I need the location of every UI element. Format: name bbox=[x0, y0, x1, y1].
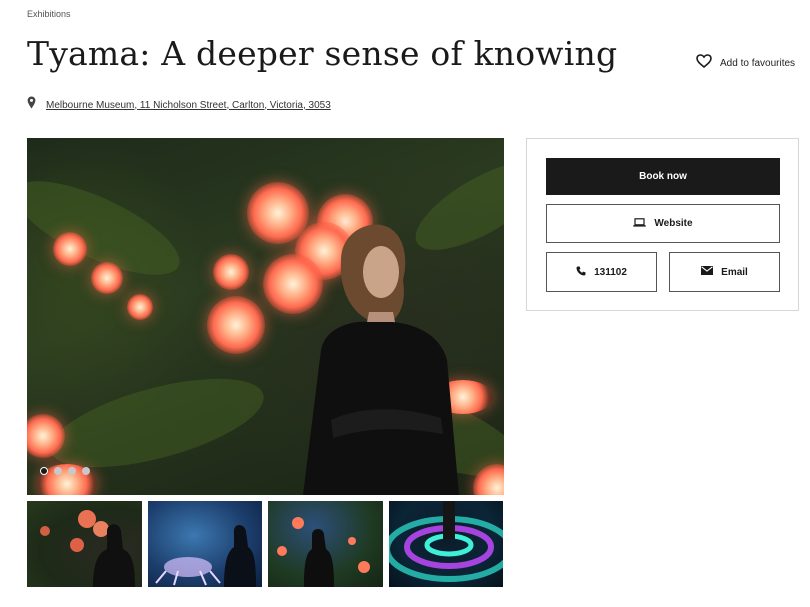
heart-icon bbox=[696, 54, 712, 73]
carousel-dot-4[interactable] bbox=[82, 467, 90, 475]
thumbnail-art bbox=[389, 501, 503, 582]
gallery-thumbnail-1[interactable] bbox=[27, 501, 142, 587]
envelope-icon bbox=[701, 266, 714, 278]
hero-image[interactable] bbox=[27, 138, 504, 495]
add-to-favourites-label: Add to favourites bbox=[720, 58, 796, 69]
glowing-flower bbox=[207, 296, 265, 354]
carousel-dot-2[interactable] bbox=[54, 467, 62, 475]
book-now-button[interactable]: Book now bbox=[546, 158, 780, 195]
glowing-flower bbox=[53, 232, 87, 266]
book-now-label: Book now bbox=[639, 171, 687, 182]
booking-panel: Book now Website 131102 Email bbox=[526, 138, 799, 311]
phone-label: 131102 bbox=[594, 266, 627, 278]
laptop-icon bbox=[633, 217, 647, 230]
carousel-dot-3[interactable] bbox=[68, 467, 76, 475]
person-figure bbox=[303, 224, 459, 495]
glowing-flower bbox=[127, 294, 153, 320]
website-button[interactable]: Website bbox=[546, 204, 780, 243]
breadcrumb[interactable]: Exhibitions bbox=[27, 9, 71, 19]
carousel-dot-1[interactable] bbox=[40, 467, 48, 475]
phone-button[interactable]: 131102 bbox=[546, 252, 657, 292]
website-label: Website bbox=[654, 218, 693, 229]
gallery-thumbnail-4[interactable] bbox=[389, 501, 503, 587]
thumbnail-art bbox=[277, 517, 370, 587]
thumbnail-art bbox=[40, 510, 135, 587]
gallery-thumbnail-3[interactable] bbox=[268, 501, 383, 587]
map-pin-icon bbox=[27, 96, 36, 114]
glowing-flower bbox=[91, 262, 123, 294]
email-button[interactable]: Email bbox=[669, 252, 780, 292]
address: Melbourne Museum, 11 Nicholson Street, C… bbox=[27, 96, 331, 114]
address-link[interactable]: Melbourne Museum, 11 Nicholson Street, C… bbox=[46, 100, 331, 111]
phone-icon bbox=[576, 266, 586, 279]
thumbnail-art bbox=[155, 525, 256, 587]
glowing-flower bbox=[213, 254, 249, 290]
page-title: Tyama: A deeper sense of knowing bbox=[27, 34, 618, 73]
add-to-favourites-button[interactable]: Add to favourites bbox=[696, 54, 795, 73]
email-label: Email bbox=[721, 266, 748, 278]
gallery-thumbnail-2[interactable] bbox=[148, 501, 262, 587]
carousel-indicators bbox=[40, 467, 90, 475]
